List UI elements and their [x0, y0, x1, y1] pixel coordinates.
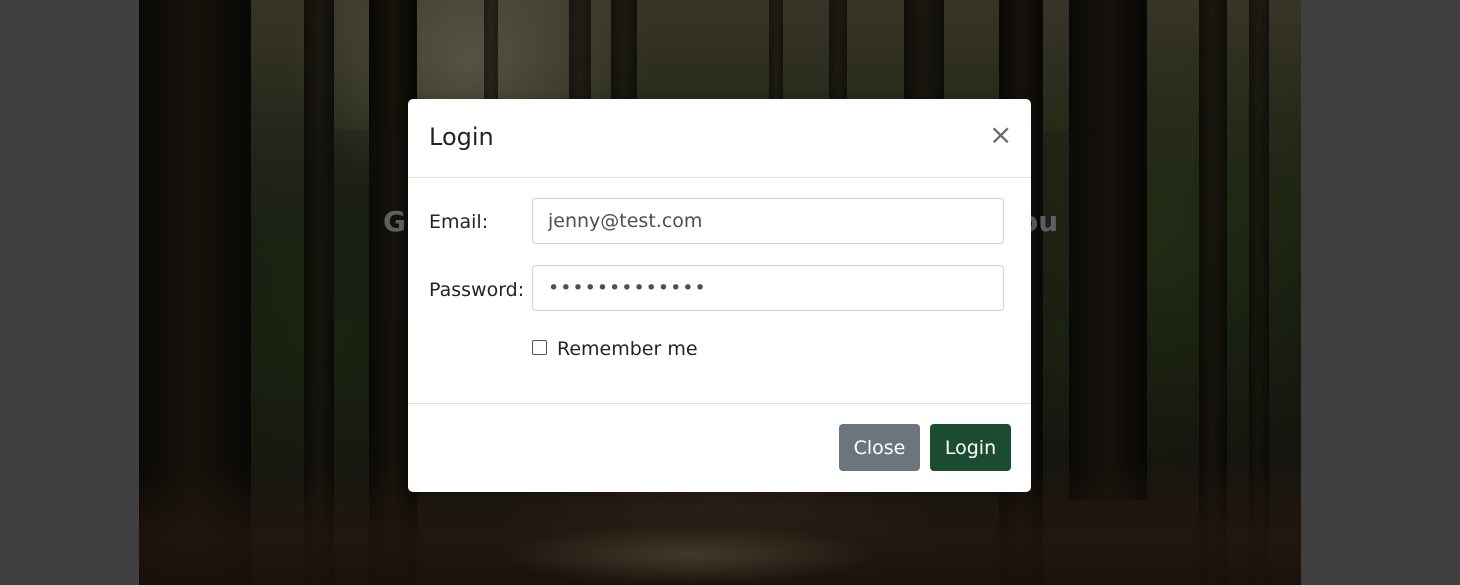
password-field[interactable]: [532, 265, 1004, 311]
remember-me-checkbox[interactable]: [532, 339, 547, 355]
remember-me-label[interactable]: Remember me: [557, 338, 698, 360]
email-label: Email:: [429, 211, 489, 233]
password-label: Password:: [429, 279, 525, 301]
login-modal: Login × Email: Password: Remember me Clo…: [408, 99, 1031, 492]
modal-body: Email: Password: Remember me: [408, 178, 1031, 403]
close-button[interactable]: Close: [839, 424, 920, 471]
email-field[interactable]: [532, 198, 1004, 244]
login-button[interactable]: Login: [930, 424, 1011, 471]
modal-footer: Close Login: [408, 403, 1031, 492]
modal-header: Login ×: [408, 99, 1031, 178]
remember-me-row: Remember me: [532, 338, 698, 360]
close-icon[interactable]: ×: [989, 121, 1012, 149]
modal-title: Login: [429, 123, 494, 151]
